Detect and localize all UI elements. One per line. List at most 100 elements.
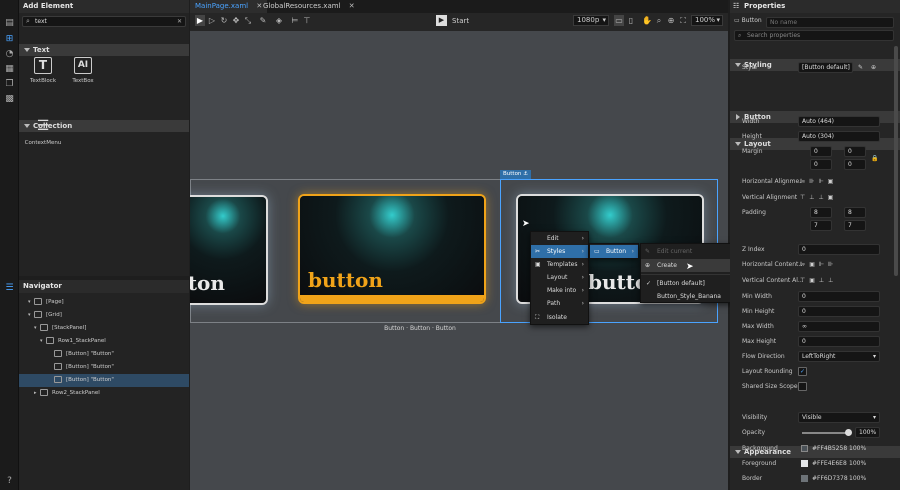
border-swatch[interactable] bbox=[801, 475, 808, 482]
padding-top-input[interactable]: 8 bbox=[844, 207, 866, 218]
minheight-input[interactable]: 0 bbox=[798, 306, 880, 317]
align-icon[interactable]: ⊨ bbox=[290, 15, 300, 26]
zoom-select[interactable]: 100% ▾ bbox=[691, 15, 723, 26]
section-text[interactable]: Text bbox=[19, 44, 189, 56]
scale-icon[interactable]: ⤡ bbox=[243, 15, 253, 26]
tree-row-row1[interactable]: ▾ Row1_StackPanel bbox=[19, 335, 189, 348]
style-select[interactable]: [Button default] bbox=[798, 62, 853, 73]
copy-icon[interactable]: ❐ bbox=[4, 79, 15, 90]
maxheight-input[interactable]: 0 bbox=[798, 336, 880, 347]
resolution-select[interactable]: 1080p ▾ bbox=[573, 15, 609, 26]
fit-icon[interactable]: ⛶ bbox=[678, 15, 688, 26]
menu-item-templates[interactable]: ▣ Templates › bbox=[531, 258, 588, 271]
tree-row-page[interactable]: ▾ [Page] bbox=[19, 296, 189, 309]
menu-item-button-default[interactable]: ✓ [Button default] bbox=[641, 277, 732, 290]
zoom-icon[interactable]: ⌕ bbox=[654, 15, 664, 26]
menu-item-makeinto[interactable]: Make into › bbox=[531, 284, 588, 297]
tree-row-row2[interactable]: ▸ Row2_StackPanel bbox=[19, 387, 189, 400]
tab-globalresources[interactable]: GlobalResources.xaml ✕ bbox=[258, 0, 360, 13]
edit-style-icon[interactable]: ✎ bbox=[858, 61, 863, 75]
tree-row-button-3[interactable]: [Button] "Button" bbox=[19, 374, 189, 387]
height-input[interactable]: Auto (304) bbox=[798, 131, 880, 142]
add-style-icon[interactable]: ⊕ bbox=[871, 61, 876, 75]
move-icon[interactable]: ✥ bbox=[231, 15, 241, 26]
fill-icon[interactable]: ◈ bbox=[274, 15, 284, 26]
menu-item-layout[interactable]: Layout › bbox=[531, 271, 588, 284]
tree-row-button-1[interactable]: [Button] "Button" bbox=[19, 348, 189, 361]
start-play-icon[interactable]: ▶ bbox=[436, 15, 447, 26]
halign-icons[interactable]: ⊫⊪⊩▣ bbox=[800, 175, 837, 189]
properties-scrollbar[interactable] bbox=[894, 46, 898, 276]
property-search-input[interactable]: ⌕ Search properties bbox=[734, 30, 894, 41]
media-icon[interactable]: ▦ bbox=[4, 64, 15, 75]
submenu-item-button[interactable]: ▭ Button › bbox=[590, 245, 638, 258]
close-tab-icon[interactable]: ✕ bbox=[349, 2, 355, 10]
foreground-value[interactable]: #FFE4E6E8 bbox=[812, 457, 847, 471]
start-label[interactable]: Start bbox=[452, 13, 469, 29]
menu-item-edit[interactable]: Edit › bbox=[531, 232, 588, 245]
margin-left-input[interactable]: 0 bbox=[810, 146, 832, 157]
selection-tag[interactable]: Button ⚓ bbox=[500, 170, 532, 179]
pages-icon[interactable]: ▤ bbox=[4, 18, 15, 29]
tile-contextmenu[interactable]: ☰ ContextMenu bbox=[23, 119, 63, 146]
menu-item-styles[interactable]: ✂ Styles › bbox=[531, 245, 588, 258]
menu-item-path[interactable]: Path › bbox=[531, 297, 588, 310]
background-value[interactable]: #FF4B5258 bbox=[812, 442, 847, 456]
direct-select-icon[interactable]: ▷ bbox=[207, 15, 217, 26]
tab-mainpage[interactable]: MainPage.xaml ✕ bbox=[190, 0, 268, 13]
shared-checkbox[interactable] bbox=[798, 382, 807, 391]
tree-row-grid[interactable]: ▾ [Grid] bbox=[19, 309, 189, 322]
foreground-swatch[interactable] bbox=[801, 460, 808, 467]
menu-item-isolate[interactable]: ⛶ Isolate bbox=[531, 311, 588, 324]
width-input[interactable]: Auto (464) bbox=[798, 116, 880, 127]
button-card-2[interactable]: button bbox=[298, 194, 486, 304]
lock-icon[interactable]: 🔒 bbox=[871, 152, 878, 166]
navigator-icon[interactable]: ☰ bbox=[4, 283, 15, 294]
foreground-pct[interactable]: 100% bbox=[849, 457, 866, 471]
opacity-slider[interactable] bbox=[802, 432, 848, 434]
border-pct[interactable]: 100% bbox=[849, 472, 866, 486]
add-element-icon[interactable]: ⊞ bbox=[4, 34, 15, 45]
search-input[interactable]: text bbox=[35, 17, 47, 26]
resources-icon[interactable]: ▩ bbox=[4, 94, 15, 105]
tile-textbox[interactable]: AI TextBox bbox=[63, 57, 103, 84]
desktop-view-icon[interactable]: ▭ bbox=[614, 15, 624, 26]
flow-select[interactable]: LeftToRight ▾ bbox=[798, 351, 880, 362]
padding-left-input[interactable]: 8 bbox=[810, 207, 832, 218]
pen-icon[interactable]: ✎ bbox=[258, 15, 268, 26]
help-icon[interactable]: ? bbox=[4, 476, 15, 487]
margin-bottom-input[interactable]: 0 bbox=[844, 159, 866, 170]
padding-right-input[interactable]: 7 bbox=[810, 220, 832, 231]
select-tool-icon[interactable]: ▶ bbox=[195, 15, 205, 26]
menu-item-banana-style[interactable]: Button_Style_Banana bbox=[641, 290, 732, 303]
hand-icon[interactable]: ✋ bbox=[642, 15, 652, 26]
zoom-in-icon[interactable]: ⊕ bbox=[666, 15, 676, 26]
tree-row-stackpanel[interactable]: ▾ [StackPanel] bbox=[19, 322, 189, 335]
tree-row-button-2[interactable]: [Button] "Button" bbox=[19, 361, 189, 374]
visibility-select[interactable]: Visible ▾ bbox=[798, 412, 880, 423]
element-search-box[interactable]: ⌕ text ✕ bbox=[22, 16, 186, 27]
opacity-slider-handle[interactable] bbox=[845, 429, 852, 436]
minwidth-input[interactable]: 0 bbox=[798, 291, 880, 302]
background-pct[interactable]: 100% bbox=[849, 442, 866, 456]
hcontent-icons[interactable]: ⊫▣⊩⊪ bbox=[800, 258, 837, 272]
rotate-icon[interactable]: ↻ bbox=[219, 15, 229, 26]
element-name-input[interactable]: No name bbox=[766, 17, 894, 28]
palette-icon[interactable]: ◔ bbox=[4, 49, 15, 60]
zindex-input[interactable]: 0 bbox=[798, 244, 880, 255]
margin-right-input[interactable]: 0 bbox=[810, 159, 832, 170]
mobile-view-icon[interactable]: ▯ bbox=[626, 15, 636, 26]
valign-icons[interactable]: ⊤⊥⊥▣ bbox=[800, 191, 837, 205]
border-value[interactable]: #FF6D7378 bbox=[812, 472, 848, 486]
vcontent-icons[interactable]: ⊤▣⊥⊥ bbox=[800, 274, 837, 288]
padding-bottom-input[interactable]: 7 bbox=[844, 220, 866, 231]
margin-top-input[interactable]: 0 bbox=[844, 146, 866, 157]
tile-textblock[interactable]: T TextBlock bbox=[23, 57, 63, 84]
maxwidth-input[interactable]: ∞ bbox=[798, 321, 880, 332]
opacity-input[interactable]: 100% bbox=[855, 427, 880, 438]
rounding-checkbox[interactable]: ✓ bbox=[798, 367, 807, 376]
background-swatch[interactable] bbox=[801, 445, 808, 452]
distribute-icon[interactable]: ⊤ bbox=[302, 15, 312, 26]
clear-search-icon[interactable]: ✕ bbox=[177, 17, 182, 26]
button-card-1[interactable]: button bbox=[190, 195, 268, 305]
